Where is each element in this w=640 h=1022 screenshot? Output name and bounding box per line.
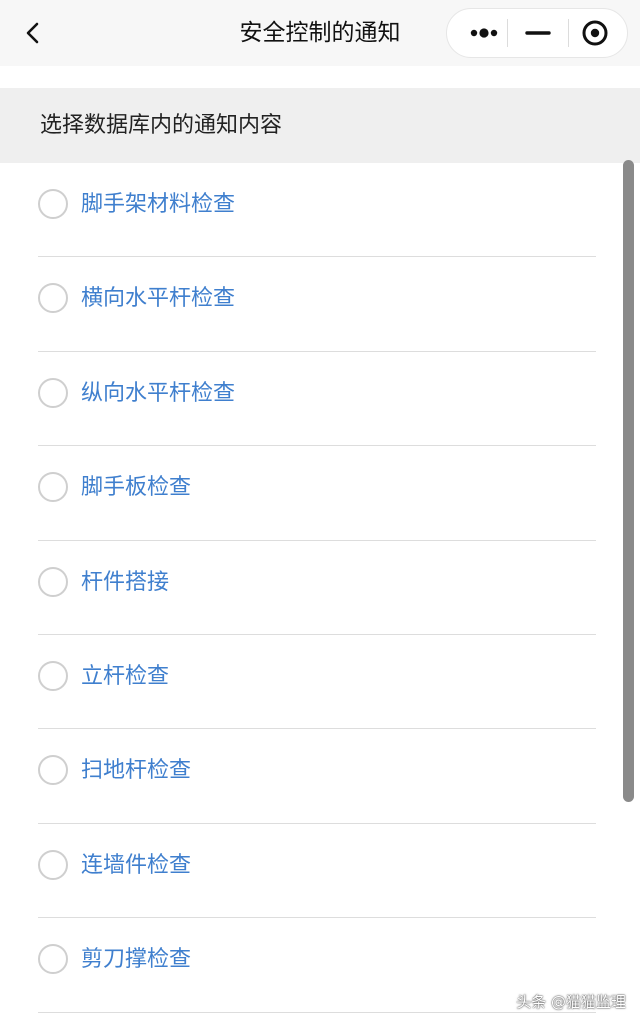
radio-button[interactable] [38, 755, 68, 786]
radio-button[interactable] [38, 849, 68, 880]
list-item[interactable]: 横向水平杆检查 [38, 257, 596, 352]
more-button[interactable] [453, 9, 513, 57]
target-circle-icon [582, 20, 608, 46]
item-label: 脚手架材料检查 [81, 192, 236, 217]
item-label: 剪刀撑检查 [81, 947, 192, 973]
item-label: 纵向水平杆检查 [81, 380, 236, 406]
radio-button[interactable] [38, 189, 68, 219]
list-item[interactable]: 立杆检查 [38, 635, 596, 730]
radio-button[interactable] [38, 944, 68, 975]
item-label: 扫地杆检查 [81, 758, 192, 784]
list-item[interactable]: 剪刀撑检查 [38, 918, 596, 1013]
list-item[interactable]: 纵向水平杆检查 [38, 352, 596, 447]
radio-button[interactable] [38, 283, 68, 314]
section-title: 选择数据库内的通知内容 [40, 113, 283, 138]
navigation-bar: 安全控制的通知 [0, 0, 640, 66]
list-item[interactable]: 连墙件检查 [38, 824, 596, 919]
radio-button[interactable] [38, 472, 68, 503]
spacer [0, 66, 640, 88]
radio-button[interactable] [38, 566, 68, 597]
list-item[interactable]: 脚手架材料检查 [38, 163, 596, 258]
list-item[interactable]: 杆件搭接 [38, 541, 596, 635]
minimize-button[interactable] [508, 9, 568, 57]
item-label: 立杆检查 [81, 663, 170, 689]
section-header: 选择数据库内的通知内容 [0, 88, 640, 163]
minimize-icon [525, 31, 551, 35]
item-label: 脚手板检查 [81, 475, 192, 501]
close-button[interactable] [565, 9, 625, 57]
notification-option-list: 脚手架材料检查 横向水平杆检查 纵向水平杆检查 脚手板检查 杆件搭接 立杆检查 … [0, 163, 640, 1022]
more-dots-icon [470, 28, 498, 38]
item-label: 连墙件检查 [81, 852, 192, 878]
watermark: 头条 @猫猫监理 [516, 993, 626, 1011]
item-label: 杆件搭接 [81, 569, 170, 595]
radio-button[interactable] [38, 377, 68, 408]
chevron-left-icon [26, 22, 39, 44]
item-label: 横向水平杆检查 [81, 286, 236, 312]
radio-button[interactable] [38, 660, 68, 691]
list-item[interactable]: 脚手板检查 [38, 446, 596, 541]
back-button[interactable] [18, 16, 50, 50]
list-item[interactable]: 扫地杆检查 [38, 729, 596, 824]
scrollbar-thumb[interactable] [623, 160, 634, 802]
miniprogram-capsule [446, 8, 628, 58]
